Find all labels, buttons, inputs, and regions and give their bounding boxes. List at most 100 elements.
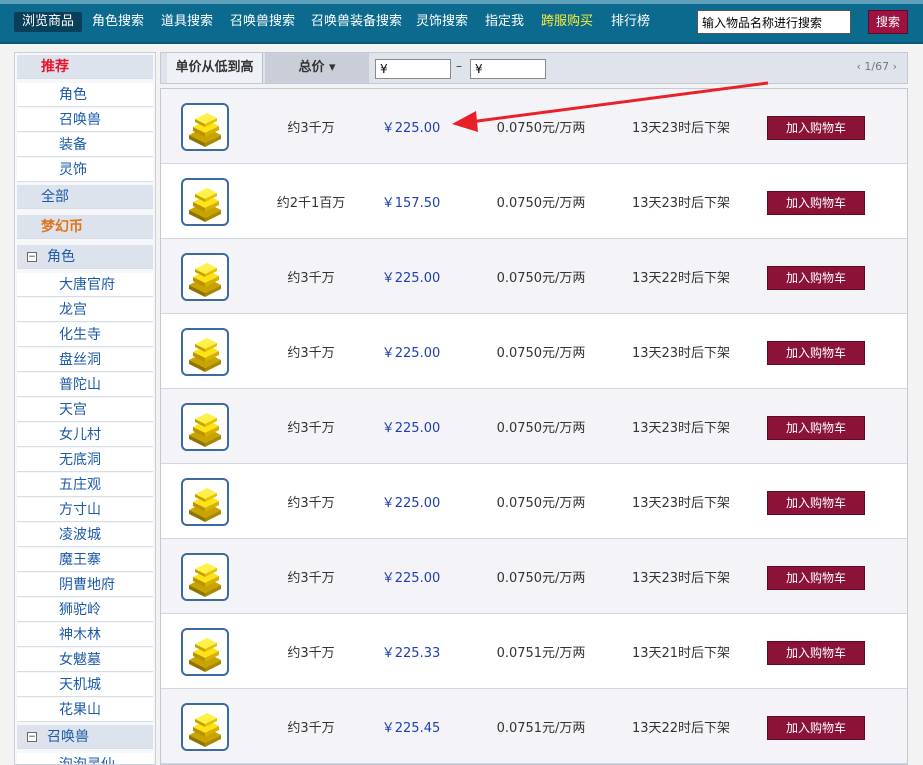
- price-min-input[interactable]: [375, 59, 451, 79]
- sidebar-item-school[interactable]: 普陀山: [17, 373, 153, 397]
- nav-role-search[interactable]: 角色搜索: [92, 12, 144, 32]
- sidebar-item-school[interactable]: 阴曹地府: [17, 573, 153, 597]
- sidebar-item-school[interactable]: 花果山: [17, 698, 153, 722]
- sidebar-label: 泡泡灵仙: [59, 757, 115, 765]
- listing-price: ￥225.45: [381, 721, 441, 736]
- listing-time-remaining: 13天23时后下架: [631, 346, 731, 361]
- add-to-cart-button[interactable]: 加入购物车: [767, 716, 865, 740]
- sidebar-item-accessory[interactable]: 灵饰: [17, 158, 153, 182]
- sort-by-total-price[interactable]: 总价 ▾: [265, 53, 369, 83]
- nav-accessory-search[interactable]: 灵饰搜索: [416, 12, 468, 32]
- sidebar-label: 普陀山: [59, 377, 101, 393]
- gold-bars-icon[interactable]: [181, 478, 229, 526]
- sidebar-section-role[interactable]: − 角色: [17, 245, 153, 269]
- add-to-cart-button[interactable]: 加入购物车: [767, 491, 865, 515]
- gold-bars-icon[interactable]: [181, 103, 229, 151]
- listing-row: 约3千万 ￥225.00 0.0750元/万两 13天23时后下架 加入购物车: [161, 464, 907, 539]
- add-to-cart-button[interactable]: 加入购物车: [767, 641, 865, 665]
- nav-browse[interactable]: 浏览商品: [14, 12, 83, 32]
- listing-unit-rate: 0.0750元/万两: [496, 196, 586, 211]
- gold-bars-icon[interactable]: [181, 703, 229, 751]
- add-to-cart-button[interactable]: 加入购物车: [767, 191, 865, 215]
- listing-price: ￥225.00: [381, 271, 441, 286]
- sidebar-item-school[interactable]: 魔王寨: [17, 548, 153, 572]
- gold-bars-icon[interactable]: [181, 253, 229, 301]
- sidebar-item-school[interactable]: 天宫: [17, 398, 153, 422]
- nav-assigned-to-me[interactable]: 指定我: [485, 12, 524, 32]
- listing-table: 约3千万 ￥225.00 0.0750元/万两 13天23时后下架 加入购物车 约2千1百…: [160, 88, 908, 765]
- sidebar-label: 全部: [41, 189, 69, 205]
- listing-unit-rate: 0.0750元/万两: [496, 271, 586, 286]
- listing-time-remaining: 13天23时后下架: [631, 496, 731, 511]
- sidebar-label: 五庄观: [59, 477, 101, 493]
- listing-row: 约3千万 ￥225.00 0.0750元/万两 13天23时后下架 加入购物车: [161, 314, 907, 389]
- listing-price: ￥225.00: [381, 571, 441, 586]
- collapse-icon[interactable]: −: [27, 252, 37, 262]
- listing-price: ￥225.33: [381, 646, 441, 661]
- sidebar-label: 盘丝洞: [59, 352, 101, 368]
- sidebar-label: 化生寺: [59, 327, 101, 343]
- listing-unit-rate: 0.0750元/万两: [496, 421, 586, 436]
- listing-time-remaining: 13天21时后下架: [631, 646, 731, 661]
- add-to-cart-button[interactable]: 加入购物车: [767, 116, 865, 140]
- nav-cross-server[interactable]: 跨服购买: [541, 12, 593, 32]
- nav-item-search[interactable]: 道具搜索: [161, 12, 213, 32]
- sidebar-item-school[interactable]: 天机城: [17, 673, 153, 697]
- listing-row: 约3千万 ￥225.45 0.0751元/万两 13天22时后下架 加入购物车: [161, 689, 907, 764]
- sidebar-item-school[interactable]: 方寸山: [17, 498, 153, 522]
- price-max-input[interactable]: [470, 59, 546, 79]
- sidebar-item-school[interactable]: 无底洞: [17, 448, 153, 472]
- gold-bars-icon[interactable]: [181, 553, 229, 601]
- nav-ranking[interactable]: 排行榜: [611, 12, 650, 32]
- sidebar-item-school[interactable]: 神木林: [17, 623, 153, 647]
- sidebar-item-school[interactable]: 五庄观: [17, 473, 153, 497]
- listing-amount: 约3千万: [287, 121, 335, 136]
- top-nav-bar: 浏览商品 角色搜索 道具搜索 召唤兽搜索 召唤兽装备搜索 灵饰搜索 指定我 跨服…: [0, 0, 923, 44]
- sidebar-item-school[interactable]: 化生寺: [17, 323, 153, 347]
- sidebar-item-pet-partial[interactable]: 泡泡灵仙: [17, 753, 153, 765]
- listing-amount: 约3千万: [287, 346, 335, 361]
- add-to-cart-button[interactable]: 加入购物车: [767, 341, 865, 365]
- listing-unit-rate: 0.0750元/万两: [496, 571, 586, 586]
- sidebar-item-school[interactable]: 女儿村: [17, 423, 153, 447]
- sidebar-coin[interactable]: 梦幻币: [17, 215, 153, 239]
- sidebar-all[interactable]: 全部: [17, 185, 153, 209]
- add-to-cart-button[interactable]: 加入购物车: [767, 416, 865, 440]
- sidebar-item-school[interactable]: 狮驼岭: [17, 598, 153, 622]
- sidebar-section-pet[interactable]: − 召唤兽: [17, 725, 153, 749]
- nav-pet-search[interactable]: 召唤兽搜索: [230, 12, 295, 32]
- sidebar-item-school[interactable]: 盘丝洞: [17, 348, 153, 372]
- sidebar-item-equipment[interactable]: 装备: [17, 133, 153, 157]
- sidebar-item-school[interactable]: 凌波城: [17, 523, 153, 547]
- listing-unit-rate: 0.0751元/万两: [496, 646, 586, 661]
- sidebar-item-school[interactable]: 大唐官府: [17, 273, 153, 297]
- search-button[interactable]: 搜索: [868, 10, 908, 34]
- top-strip: [0, 0, 923, 4]
- gold-bars-icon[interactable]: [181, 628, 229, 676]
- listing-price: ￥225.00: [381, 121, 441, 136]
- add-to-cart-button[interactable]: 加入购物车: [767, 266, 865, 290]
- listing-amount: 约3千万: [287, 721, 335, 736]
- listing-amount: 约3千万: [287, 571, 335, 586]
- listing-amount: 约3千万: [287, 496, 335, 511]
- sidebar-label: 无底洞: [59, 452, 101, 468]
- gold-bars-icon[interactable]: [181, 403, 229, 451]
- sidebar-recommend[interactable]: 推荐: [17, 55, 153, 79]
- sidebar-label: 狮驼岭: [59, 602, 101, 618]
- nav-pet-equip-search[interactable]: 召唤兽装备搜索: [311, 12, 402, 32]
- gold-bars-icon[interactable]: [181, 328, 229, 376]
- sidebar-item-school[interactable]: 龙宫: [17, 298, 153, 322]
- sidebar-item-role[interactable]: 角色: [17, 83, 153, 107]
- sidebar-item-pet[interactable]: 召唤兽: [17, 108, 153, 132]
- sidebar-label: 天机城: [59, 677, 101, 693]
- sidebar-label: 天宫: [59, 402, 87, 418]
- listing-row: 约3千万 ￥225.00 0.0750元/万两 13天22时后下架 加入购物车: [161, 239, 907, 314]
- gold-bars-icon[interactable]: [181, 178, 229, 226]
- search-input[interactable]: [697, 10, 851, 34]
- collapse-icon[interactable]: −: [27, 732, 37, 742]
- add-to-cart-button[interactable]: 加入购物车: [767, 566, 865, 590]
- sidebar-item-school[interactable]: 女魃墓: [17, 648, 153, 672]
- pagination[interactable]: ‹ 1/67 ›: [857, 60, 898, 73]
- sort-by-unit-price[interactable]: 单价从低到高: [167, 53, 263, 83]
- range-dash: –: [456, 59, 462, 73]
